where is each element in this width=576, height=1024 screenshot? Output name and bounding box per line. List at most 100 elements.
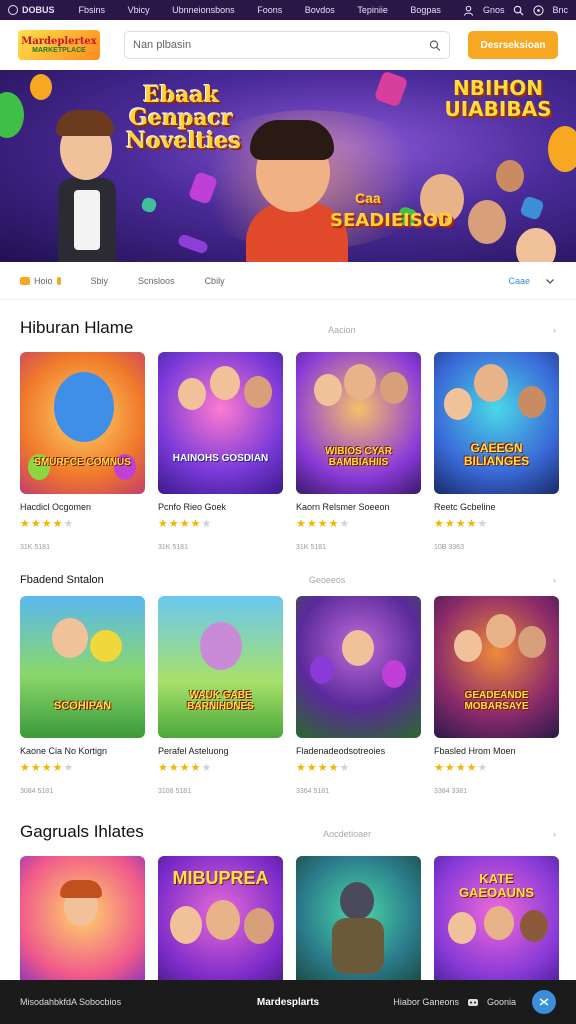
game-meta: 3084 5181 [20, 788, 54, 795]
globe-icon[interactable] [532, 4, 544, 16]
game-thumbnail[interactable]: SMURFCE COMNUS [20, 352, 145, 494]
header-cta-button[interactable]: Desrseksioan [468, 31, 558, 59]
language-link[interactable]: Bnc [552, 5, 568, 15]
game-title[interactable]: Hacdicl Ocgomen [20, 502, 145, 512]
search-input[interactable]: Nan plbasin [124, 31, 450, 59]
game-thumbnail[interactable]: WAUK GABE BARNIHDNES [158, 596, 283, 738]
card-row: SCOHIPAN Kaone Cia No Kortign ★★★★★ 3084… [0, 596, 576, 795]
brand-circle-icon [8, 5, 18, 15]
footer-left-link[interactable]: MisodahbkfdA Sobocbios [20, 997, 121, 1007]
thumb-character [518, 386, 546, 418]
game-title[interactable]: Reetc Gcbeline [434, 502, 559, 512]
game-card[interactable]: WAUK GABE BARNIHDNES Perafel Asteluong ★… [158, 596, 283, 795]
chevron-right-icon[interactable]: › [550, 325, 556, 335]
balloon-decoration [548, 126, 576, 172]
game-thumbnail[interactable]: WIBIOS CYAR BAMBIAHIIS [296, 352, 421, 494]
site-logo[interactable]: Mardeplertex MARKETPLACE [18, 30, 100, 60]
site-brand[interactable]: DOBUS [8, 5, 55, 15]
game-thumbnail[interactable]: SCOHIPAN [20, 596, 145, 738]
game-card[interactable]: GAEEGN BILIANGES Reetc Gcbeline ★★★★★ 10… [434, 352, 559, 551]
search-icon[interactable] [512, 4, 524, 16]
game-card[interactable] [296, 856, 421, 998]
game-meta: 3384 3381 [434, 788, 468, 795]
thumb-character [210, 366, 240, 400]
rating-stars: ★★★★★ [20, 762, 75, 774]
game-thumbnail[interactable] [20, 856, 145, 998]
rating-stars: ★★★★★ [20, 518, 75, 530]
balloon-decoration [30, 74, 52, 100]
game-card[interactable]: HAINOHS GOSDIAN Pcnfo Rieo Goek ★★★★★ 31… [158, 352, 283, 551]
thumbnail-title: SMURFCE COMNUS [34, 457, 131, 468]
filter-item[interactable]: Cbily [205, 276, 225, 286]
thumbnail-title: MIBUPREA [172, 868, 269, 888]
game-thumbnail[interactable] [296, 856, 421, 998]
game-meta: 3364 5181 [296, 788, 330, 795]
hero-crowd-face [516, 228, 556, 262]
filter-dropdown[interactable]: Caae [508, 275, 556, 287]
section-header: Fbadend Sntalon Geoeeos › [0, 574, 576, 586]
nav-link[interactable]: Foons [257, 5, 282, 15]
game-title[interactable]: Fladenadeodsotreoies [296, 746, 421, 756]
gamepad-icon[interactable] [467, 996, 479, 1008]
hero-banner[interactable]: Ebaak Genpacr Novelties NBIHON UIABIBAS … [0, 70, 576, 262]
chat-bubble-icon[interactable] [532, 990, 556, 1014]
game-thumbnail[interactable] [296, 596, 421, 738]
game-thumbnail[interactable]: HAINOHS GOSDIAN [158, 352, 283, 494]
search-placeholder: Nan plbasin [133, 39, 192, 51]
game-title[interactable]: Kaorn Relsmer Soeeon [296, 502, 421, 512]
account-link[interactable]: Gnos [483, 5, 505, 15]
game-card[interactable] [20, 856, 145, 998]
card-row: MIBUPREA KATE GAEOAUNS [0, 856, 576, 998]
game-thumbnail[interactable]: MIBUPREA [158, 856, 283, 998]
game-title[interactable]: Fbasled Hrom Moen [434, 746, 559, 756]
filter-item[interactable]: Scnsloos [138, 276, 175, 286]
thumb-character [206, 900, 240, 940]
filter-item-home[interactable]: Hoio [20, 276, 61, 286]
thumb-character [244, 376, 272, 408]
footer-link[interactable]: Goonia [487, 997, 516, 1007]
chevron-right-icon[interactable]: › [551, 829, 556, 839]
search-icon[interactable] [429, 39, 441, 51]
balloon-decoration [0, 92, 24, 138]
filter-bar: Hoio Sbiy Scnsloos Cbily Caae [0, 262, 576, 300]
candy-decoration [140, 196, 158, 214]
hero-title-left: Ebaak Genpacr Novelties [126, 82, 241, 155]
nav-link[interactable]: Ubnneionsbons [172, 5, 235, 15]
nav-link[interactable]: Tepiniie [357, 5, 388, 15]
filter-dropdown-label: Caae [508, 275, 530, 286]
game-thumbnail[interactable]: GEADEANDE MOBARSAYE [434, 596, 559, 738]
filter-item[interactable]: Sbiy [91, 276, 109, 286]
game-thumbnail[interactable]: KATE GAEOAUNS [434, 856, 559, 998]
bottom-bar: MisodahbkfdA Sobocbios Mardesplarts Hiab… [0, 980, 576, 1024]
game-card[interactable]: MIBUPREA [158, 856, 283, 998]
footer-link[interactable]: Hiabor Ganeons [393, 997, 459, 1007]
game-title[interactable]: Kaone Cia No Kortign [20, 746, 145, 756]
nav-link[interactable]: Vbicy [128, 5, 150, 15]
nav-link[interactable]: Fbsins [79, 5, 106, 15]
game-card[interactable]: Fladenadeodsotreoies ★★★★★ 3364 5181 [296, 596, 421, 795]
candy-decoration [176, 233, 210, 255]
game-card[interactable]: GEADEANDE MOBARSAYE Fbasled Hrom Moen ★★… [434, 596, 559, 795]
brand-label: DOBUS [22, 5, 55, 15]
game-card[interactable]: SMURFCE COMNUS Hacdicl Ocgomen ★★★★★ 31K… [20, 352, 145, 551]
game-card[interactable]: KATE GAEOAUNS [434, 856, 559, 998]
section-more-link[interactable]: Geoeeos [309, 575, 346, 585]
game-title[interactable]: Perafel Asteluong [158, 746, 283, 756]
hero-title-center-small: Caa [355, 190, 381, 206]
nav-link[interactable]: Bovdos [305, 5, 335, 15]
section-featured: Fbadend Sntalon Geoeeos › SCOHIPAN Kaone… [0, 574, 576, 795]
user-icon[interactable] [463, 4, 475, 16]
nav-link[interactable]: Bogpas [410, 5, 441, 15]
game-card[interactable]: WIBIOS CYAR BAMBIAHIIS Kaorn Relsmer Soe… [296, 352, 421, 551]
game-thumbnail[interactable]: GAEEGN BILIANGES [434, 352, 559, 494]
game-card[interactable]: SCOHIPAN Kaone Cia No Kortign ★★★★★ 3084… [20, 596, 145, 795]
game-title[interactable]: Pcnfo Rieo Goek [158, 502, 283, 512]
section-header: Hiburan Hlame Aacion › [0, 318, 576, 338]
top-nav-bar: DOBUS Fbsins Vbicy Ubnneionsbons Foons B… [0, 0, 576, 20]
rating-stars: ★★★★★ [158, 518, 213, 530]
game-meta: 31K 5181 [20, 544, 50, 551]
section-more-link[interactable]: Aacion [328, 325, 356, 335]
section-more-link[interactable]: Aocdetioaer [323, 829, 371, 839]
chevron-right-icon[interactable]: › [550, 575, 556, 585]
top-nav-links: Fbsins Vbicy Ubnneionsbons Foons Bovdos … [79, 5, 463, 15]
